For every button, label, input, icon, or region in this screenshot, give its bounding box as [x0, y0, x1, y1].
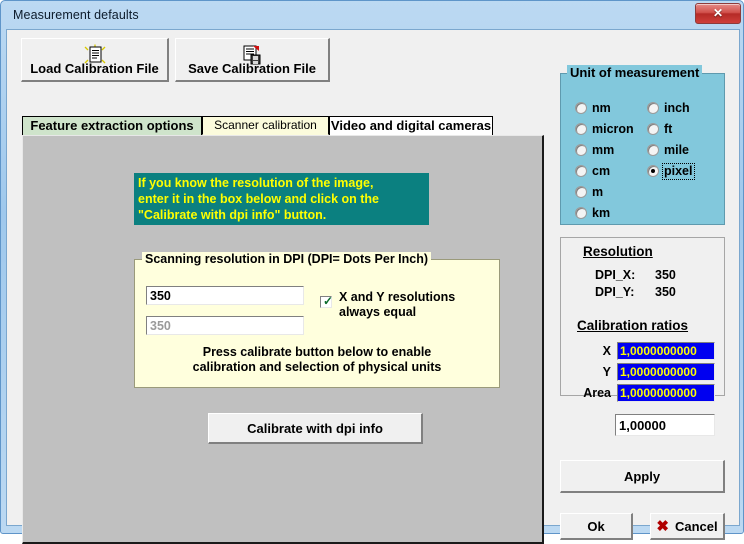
radio-icon: [647, 123, 659, 135]
ratio-area-label: Area: [583, 386, 611, 400]
radio-icon: [575, 186, 587, 198]
calibrate-note-line-1: Press calibrate button below to enable: [202, 345, 432, 359]
tab-label: Feature extraction options: [30, 118, 194, 133]
radio-label: micron: [592, 122, 634, 136]
scanning-resolution-legend: Scanning resolution in DPI (DPI= Dots Pe…: [142, 252, 432, 266]
tab-label: Video and digital cameras: [330, 118, 492, 133]
instruction-line-3: "Calibrate with dpi info" button.: [138, 208, 327, 222]
radio-label: m: [592, 185, 604, 199]
unit-of-measurement-legend: Unit of measurement: [567, 65, 703, 80]
ratio-x-field[interactable]: [617, 342, 715, 360]
radio-label: cm: [592, 164, 611, 178]
tab-feature-extraction-options[interactable]: Feature extraction options: [22, 116, 202, 135]
instruction-line-2: enter it in the box below and click on t…: [138, 192, 380, 206]
instruction-box: If you know the resolution of the image,…: [134, 173, 429, 225]
radio-icon: [575, 102, 587, 114]
ratio-area-field[interactable]: [617, 384, 715, 402]
unit-of-measurement-group: Unit of measurement nm micron mm cm m km…: [560, 65, 725, 225]
red-x-icon: ✖: [656, 517, 669, 535]
scanner-calibration-panel: If you know the resolution of the image,…: [22, 135, 544, 544]
ratio-x-label: X: [602, 344, 611, 358]
close-button[interactable]: ✕: [695, 3, 741, 24]
apply-button[interactable]: Apply: [560, 460, 725, 493]
radio-icon: [647, 144, 659, 156]
radio-label: ft: [664, 122, 673, 136]
cancel-button-inner: ✖ Cancel: [651, 514, 723, 538]
dpi-x-label: DPI_X:: [595, 268, 636, 282]
checkmark-icon: ✓: [323, 294, 334, 308]
radio-label: nm: [592, 101, 611, 115]
radio-label: inch: [664, 101, 690, 115]
radio-label: pixel: [662, 163, 695, 180]
cancel-button-label: Cancel: [674, 518, 718, 534]
resolution-panel: Resolution DPI_X: 350 DPI_Y: 350 Calibra…: [560, 237, 725, 402]
dialog-client-area: Load Calibration File Save Calibration F…: [6, 29, 740, 544]
calibrate-with-dpi-info-button[interactable]: Calibrate with dpi info: [208, 413, 423, 444]
ratio-y-field[interactable]: [617, 363, 715, 381]
tab-video-and-digital-cameras[interactable]: Video and digital cameras: [329, 116, 493, 135]
tab-label: Scanner calibration: [214, 118, 317, 132]
xy-equal-checkbox[interactable]: ✓: [320, 294, 334, 308]
radio-icon: [575, 144, 587, 156]
radio-icon: [647, 102, 659, 114]
ok-button[interactable]: Ok: [560, 513, 633, 540]
xy-equal-label-line-2: always equal: [339, 305, 417, 319]
radio-icon-selected: [647, 165, 659, 177]
area-extra-field[interactable]: [615, 414, 715, 436]
cancel-button[interactable]: ✖ Cancel: [650, 513, 725, 540]
window-title: Measurement defaults: [13, 8, 139, 22]
dpi-y-label: DPI_Y:: [595, 285, 635, 299]
radio-icon: [575, 165, 587, 177]
calibrate-note: Press calibrate button below to enable c…: [135, 345, 499, 375]
close-icon: ✕: [712, 6, 724, 20]
radio-label: mile: [664, 143, 690, 157]
calibration-ratios-title: Calibration ratios: [577, 318, 689, 333]
tab-scanner-calibration[interactable]: Scanner calibration: [202, 116, 329, 135]
dpi-x-input[interactable]: [146, 286, 304, 305]
save-calibration-file-label: Save Calibration File: [188, 61, 316, 76]
xy-equal-label-line-1: X and Y resolutions: [339, 290, 456, 304]
scanning-resolution-group: Scanning resolution in DPI (DPI= Dots Pe…: [134, 252, 500, 388]
xy-equal-checkbox-label: X and Y resolutions always equal: [339, 290, 455, 320]
load-calibration-file-label: Load Calibration File: [30, 61, 159, 76]
radio-label: mm: [592, 143, 615, 157]
radio-icon: [575, 123, 587, 135]
save-calibration-file-button[interactable]: Save Calibration File: [175, 38, 330, 82]
radio-icon: [575, 207, 587, 219]
radio-label: km: [592, 206, 611, 220]
calibrate-note-line-2: calibration and selection of physical un…: [192, 360, 442, 374]
dpi-y-value: 350: [655, 285, 676, 299]
load-calibration-file-button[interactable]: Load Calibration File: [21, 38, 169, 82]
resolution-title: Resolution: [583, 244, 653, 259]
ratio-y-label: Y: [602, 365, 611, 379]
dpi-y-input[interactable]: [146, 316, 304, 335]
dpi-x-value: 350: [655, 268, 676, 282]
dialog-window: Measurement defaults ✕ Load Calibration …: [0, 0, 744, 544]
title-bar[interactable]: Measurement defaults ✕: [1, 1, 744, 31]
instruction-line-1: If you know the resolution of the image,: [138, 176, 374, 190]
